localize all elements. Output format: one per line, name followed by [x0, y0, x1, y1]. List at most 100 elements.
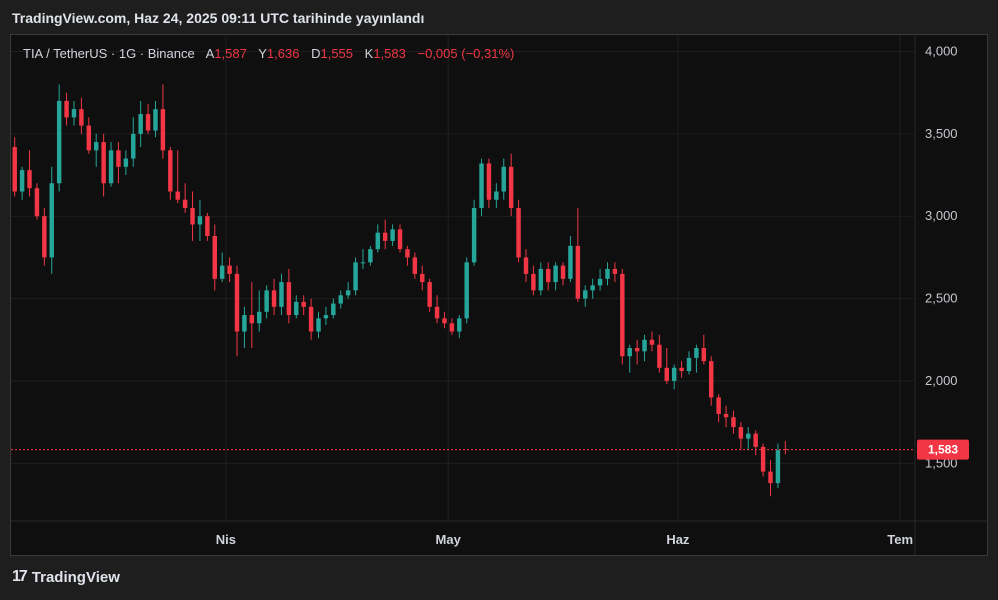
candle-body	[182, 199, 188, 208]
candle-body	[108, 150, 114, 184]
candle-body	[494, 191, 499, 200]
candle-body	[375, 232, 381, 250]
candle	[434, 295, 440, 324]
candle	[449, 318, 455, 335]
candle-body	[42, 216, 47, 258]
candle	[583, 285, 588, 307]
candle	[723, 405, 729, 428]
candle	[486, 158, 492, 208]
candle-body	[590, 285, 595, 291]
candle	[709, 356, 714, 406]
candle-body	[301, 301, 306, 307]
candle	[308, 298, 314, 340]
candle-body	[175, 191, 180, 200]
candle-body	[345, 290, 351, 296]
candle-body	[709, 361, 714, 398]
candle	[457, 315, 462, 339]
candle	[568, 235, 573, 283]
price-tick-label: 2,000	[925, 373, 958, 388]
candle	[264, 285, 269, 319]
candle-body	[731, 417, 736, 428]
candle-body	[227, 265, 232, 274]
candle-body	[219, 265, 225, 279]
time-axis: Nis May Haz Tem	[216, 532, 913, 547]
candle	[553, 262, 558, 291]
candle-body	[264, 290, 269, 312]
time-tick-label: Nis	[216, 532, 236, 547]
candle-body	[338, 295, 343, 304]
candle-body	[538, 268, 544, 291]
candle	[182, 183, 188, 213]
candle	[323, 306, 329, 325]
candle	[731, 410, 736, 434]
candle-body	[12, 147, 17, 192]
candle	[234, 265, 240, 357]
price-tick-label: 3,500	[925, 126, 958, 141]
candle-body	[597, 278, 603, 286]
candle	[123, 150, 129, 176]
candle	[494, 183, 499, 208]
candle-body	[331, 303, 336, 316]
candle-body	[649, 339, 655, 345]
candle-body	[612, 268, 618, 274]
price-tick-label: 2,500	[925, 291, 958, 306]
candle	[382, 219, 388, 250]
candle	[390, 224, 395, 246]
candle-body	[694, 348, 699, 358]
candle	[131, 117, 136, 167]
legend-change: −0,005 (−0,31%)	[418, 46, 515, 61]
candle	[464, 257, 469, 324]
candle-body	[442, 318, 447, 324]
candle	[197, 199, 203, 241]
candle	[27, 150, 32, 197]
candlestick-chart[interactable]: 4,0003,5003,0002,5002,0001,500 Nis May Haz…	[11, 35, 987, 555]
candle-body	[760, 446, 766, 472]
candle-body	[671, 367, 677, 381]
legend-close-label: K	[365, 46, 374, 61]
candle-body	[138, 114, 143, 134]
candle-body	[308, 306, 314, 332]
candle	[405, 245, 410, 266]
candle	[279, 273, 284, 316]
candle	[538, 262, 544, 296]
candle-body	[716, 397, 721, 414]
candle-body	[531, 273, 536, 291]
candle	[612, 262, 618, 283]
candle-body	[568, 245, 573, 279]
candle	[420, 265, 425, 291]
candle	[716, 394, 721, 423]
candle	[627, 344, 632, 373]
candle-body	[153, 109, 158, 131]
candle-body	[457, 318, 462, 332]
candle	[145, 104, 151, 134]
candle	[442, 311, 447, 329]
candle	[101, 133, 106, 197]
footer-brand[interactable]: 17 TradingView	[12, 568, 120, 586]
candle-body	[390, 229, 395, 241]
candle	[760, 443, 766, 477]
candle-body	[197, 216, 203, 225]
time-tick-label: Haz	[666, 532, 690, 547]
candle-body	[101, 142, 106, 184]
candle-body	[420, 273, 425, 283]
candle-body	[753, 433, 758, 447]
candle	[212, 224, 217, 291]
tradingview-logo-icon: 17	[12, 568, 28, 585]
candle	[56, 84, 62, 192]
chart-panel[interactable]: 4,000 3,500 3,000 2,500 2,000 1,500 Nis May Haz…	[10, 34, 988, 556]
legend-low-label: D	[311, 46, 320, 61]
candle-body	[168, 150, 173, 192]
candle	[34, 183, 40, 220]
candle	[175, 150, 180, 204]
last-price-label: 1,583	[928, 443, 958, 457]
candle	[316, 311, 321, 339]
candle-body	[479, 163, 484, 208]
candle-body	[427, 282, 432, 307]
candle	[286, 268, 292, 324]
candle-body	[64, 100, 69, 118]
candle	[79, 97, 84, 134]
candle	[605, 262, 610, 286]
candle	[49, 166, 54, 274]
candle	[19, 166, 25, 200]
candle-body	[746, 433, 751, 439]
